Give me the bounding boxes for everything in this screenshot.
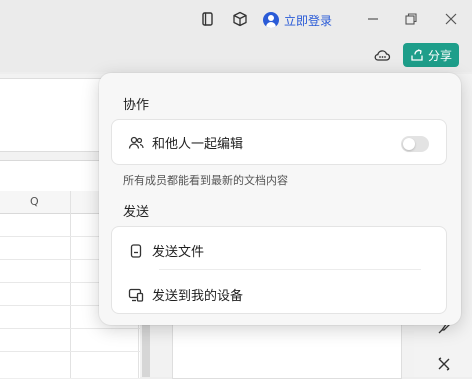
collab-toggle[interactable] [401, 136, 429, 152]
minimize-icon[interactable] [366, 11, 380, 27]
collab-description: 所有成员都能看到最新的文档内容 [123, 172, 288, 188]
collab-label: 和他人一起编辑 [152, 133, 243, 152]
collab-row[interactable]: 和他人一起编辑 [128, 133, 243, 152]
collab-card: 和他人一起编辑 [111, 119, 447, 165]
grid-line [70, 191, 71, 378]
user-avatar-icon [263, 12, 279, 28]
people-icon [128, 135, 144, 151]
restore-window-icon[interactable] [200, 11, 216, 27]
grid-line [0, 351, 140, 352]
share-popup: 协作 和他人一起编辑 所有成员都能看到最新的文档内容 发送 发送文件 发送到我的… [99, 73, 461, 325]
send-file-label: 发送文件 [152, 241, 204, 260]
file-icon [128, 243, 144, 259]
share-label: 分享 [428, 47, 452, 64]
maximize-icon[interactable] [404, 11, 418, 27]
share-icon [410, 48, 424, 62]
cube-icon[interactable] [232, 11, 248, 27]
login-button[interactable]: 立即登录 [263, 11, 332, 29]
close-icon[interactable] [444, 11, 458, 27]
send-to-device-label: 发送到我的设备 [152, 285, 243, 304]
share-button[interactable]: 分享 [403, 43, 459, 67]
collab-section-title: 协作 [123, 94, 149, 113]
send-to-device-item[interactable]: 发送到我的设备 [128, 285, 243, 304]
toolbar [0, 40, 472, 72]
cloud-icon[interactable] [373, 46, 391, 64]
column-header-q[interactable]: Q [30, 195, 39, 208]
grid-line [0, 328, 140, 329]
send-divider [159, 269, 421, 270]
device-icon [128, 287, 144, 303]
send-card: 发送文件 发送到我的设备 [111, 226, 447, 314]
send-file-item[interactable]: 发送文件 [128, 241, 204, 260]
title-bar: 立即登录 [0, 0, 472, 40]
send-section-title: 发送 [123, 201, 149, 220]
tools-icon[interactable] [436, 356, 452, 372]
login-label: 立即登录 [284, 12, 332, 29]
